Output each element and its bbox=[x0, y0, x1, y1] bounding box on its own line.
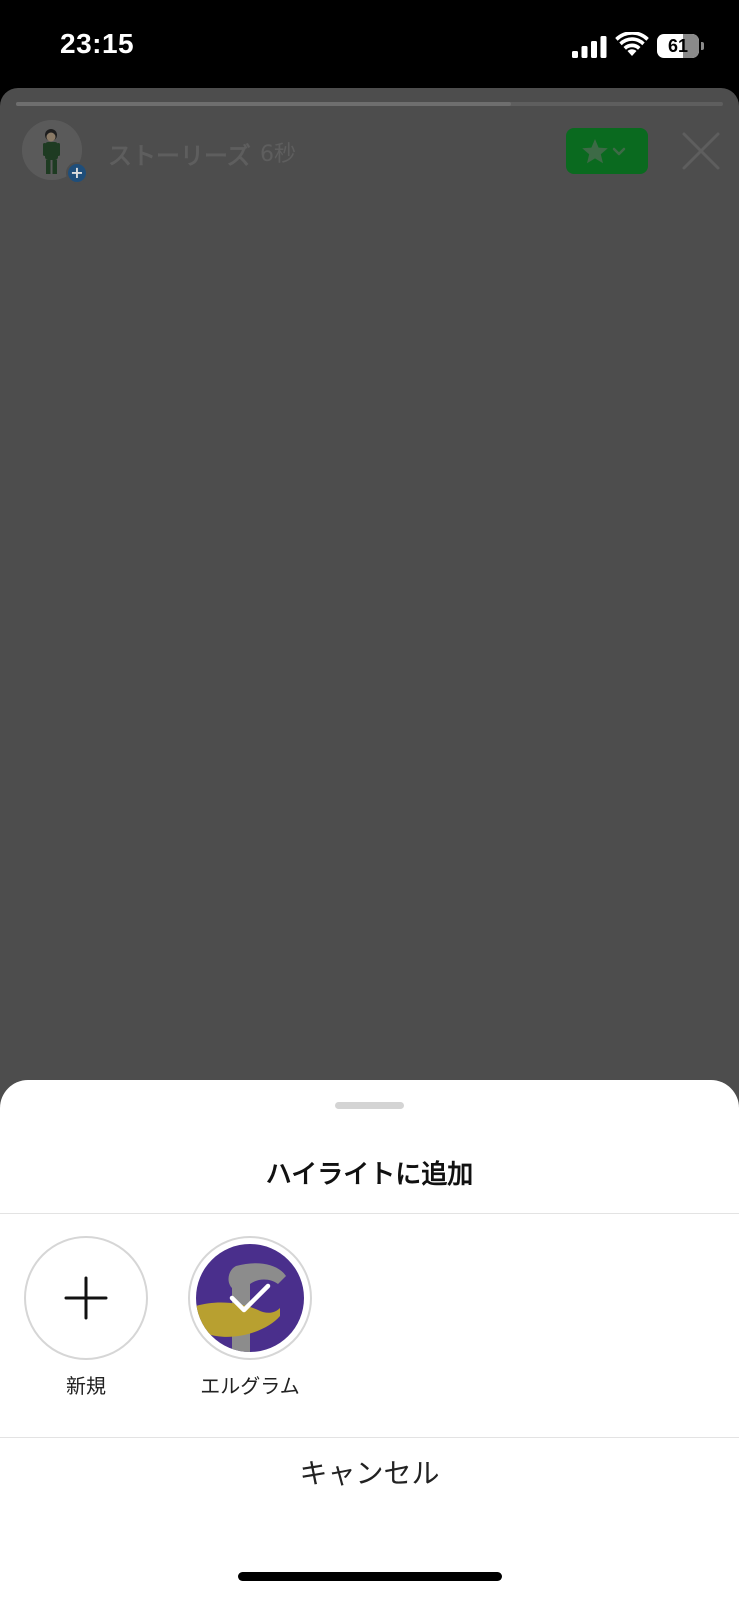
add-story-icon: + bbox=[66, 162, 88, 184]
avatar[interactable]: + bbox=[22, 120, 88, 184]
close-icon[interactable] bbox=[680, 130, 722, 172]
highlight-new-button[interactable]: 新規 bbox=[24, 1236, 148, 1399]
star-icon bbox=[582, 139, 626, 164]
favorite-dropdown-button[interactable] bbox=[566, 128, 648, 174]
story-title: ストーリーズ bbox=[108, 142, 251, 170]
wifi-icon bbox=[615, 32, 649, 56]
status-time: 23:15 bbox=[60, 28, 135, 59]
battery-icon: 61 bbox=[657, 34, 705, 58]
cancel-button[interactable]: キャンセル bbox=[0, 1438, 739, 1510]
story-progress-bar bbox=[16, 102, 723, 106]
highlight-elgram-circle[interactable] bbox=[188, 1236, 312, 1360]
story-progress-fill bbox=[16, 102, 511, 106]
highlight-elgram-label: エルグラム bbox=[200, 1374, 300, 1398]
add-to-highlight-sheet: ハイライトに追加 新規 エルグラム キャンセル bbox=[0, 1080, 739, 1600]
checkmark-icon bbox=[229, 1283, 271, 1313]
battery-body: 61 bbox=[657, 34, 699, 58]
sheet-title: ハイライトに追加 bbox=[265, 1160, 474, 1190]
highlight-new-label: 新規 bbox=[66, 1374, 106, 1398]
plus-icon bbox=[64, 1276, 108, 1320]
divider bbox=[0, 1213, 739, 1214]
battery-tip bbox=[701, 42, 704, 50]
status-bar: 23:15 61 bbox=[0, 0, 739, 90]
battery-level: 61 bbox=[667, 36, 689, 56]
highlight-new-circle[interactable] bbox=[24, 1236, 148, 1360]
cellular-signal-icon bbox=[572, 36, 607, 58]
highlight-elgram-button[interactable]: エルグラム bbox=[188, 1236, 312, 1399]
story-elapsed-time: 6秒 bbox=[260, 142, 296, 167]
home-indicator bbox=[238, 1572, 502, 1581]
sheet-grabber[interactable] bbox=[335, 1102, 404, 1109]
